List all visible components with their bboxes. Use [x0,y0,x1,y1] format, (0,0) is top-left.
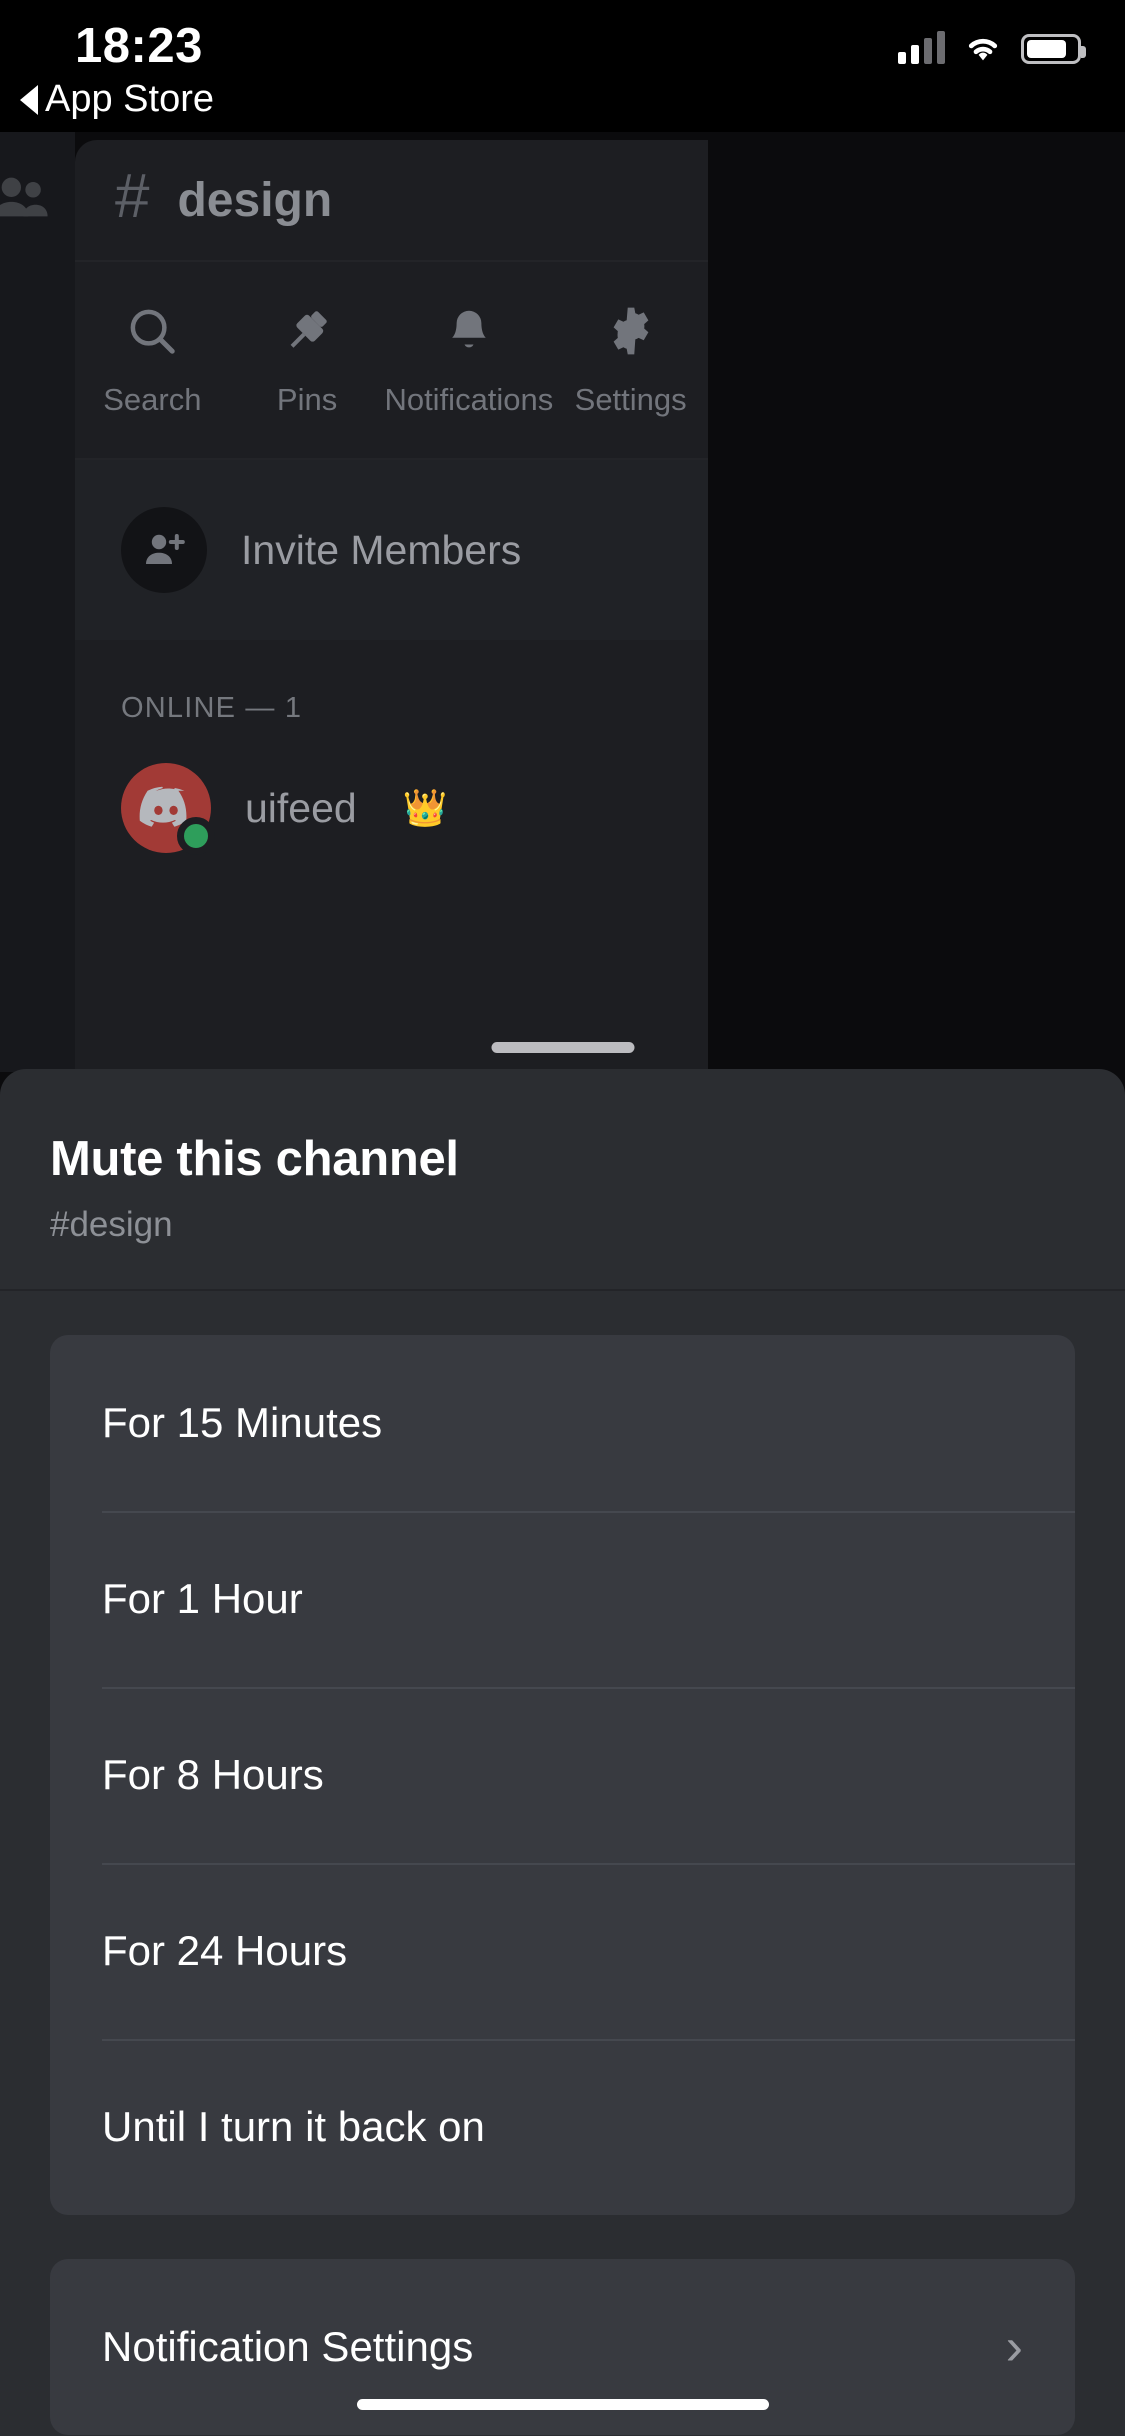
status-bar: 18:23 App Store [0,0,1125,132]
bell-icon [440,302,498,360]
crown-icon: 👑 [402,787,448,828]
wifi-icon [961,30,1005,64]
battery-icon [1021,34,1086,64]
mute-duration-list: For 15 Minutes For 1 Hour For 8 Hours Fo… [50,1335,1075,2215]
action-settings-label: Settings [574,382,687,417]
mute-option-until-turned-back-on[interactable]: Until I turn it back on [50,2039,1075,2215]
avatar [121,763,215,855]
status-bar-indicators [898,30,1086,64]
server-rail[interactable] [0,132,75,1072]
hash-icon: # [115,162,150,231]
action-notifications[interactable]: Notifications [384,262,553,458]
mute-option-15-minutes[interactable]: For 15 Minutes [50,1335,1075,1511]
back-label: App Store [45,78,214,120]
list-item[interactable]: uifeed 👑 [75,725,708,855]
members-icon [0,172,50,222]
home-indicator[interactable] [356,2399,769,2410]
mute-option-8-hours[interactable]: For 8 Hours [50,1687,1075,1863]
search-icon [123,302,181,360]
status-badge [177,817,215,855]
channel-header: # design [75,140,708,260]
channel-details-panel: # design Search Pins Notifications Setti… [75,140,708,1070]
action-pins[interactable]: Pins [230,262,385,458]
invite-members-label: Invite Members [241,526,522,573]
member-name: uifeed [245,784,357,831]
chevron-right-icon: › [1005,2318,1023,2376]
action-search-label: Search [103,382,202,417]
sheet-grabber-handle[interactable] [491,1042,634,1053]
action-settings[interactable]: Settings [553,262,708,458]
cellular-signal-icon [898,30,945,64]
online-section-header: ONLINE — 1 [121,692,303,724]
mute-channel-sheet: Mute this channel #design For 15 Minutes… [0,1069,1125,2436]
invite-members-row[interactable]: Invite Members [75,460,708,640]
notification-settings-label: Notification Settings [102,2323,474,2370]
channel-action-row: Search Pins Notifications Settings [75,260,708,460]
pin-icon [278,302,336,360]
status-bar-time: 18:23 [75,19,203,73]
action-search[interactable]: Search [75,262,230,458]
mute-option-24-hours[interactable]: For 24 Hours [50,1863,1075,2039]
page-title: Mute this channel [50,1132,459,1186]
sheet-header: Mute this channel #design [0,1069,1125,1245]
action-notifications-label: Notifications [384,382,554,417]
back-to-app-store-button[interactable]: App Store [20,78,214,121]
back-arrow-icon [20,84,38,115]
sheet-subtitle: #design [50,1205,173,1244]
phone-screen: 18:23 App Store # design Search Pins Not… [0,0,1125,2436]
sheet-body: For 15 Minutes For 1 Hour For 8 Hours Fo… [0,1291,1125,2436]
channel-name: design [177,173,333,227]
gear-icon [602,302,660,360]
person-add-icon [121,507,207,593]
mute-option-1-hour[interactable]: For 1 Hour [50,1511,1075,1687]
action-pins-label: Pins [276,382,338,417]
